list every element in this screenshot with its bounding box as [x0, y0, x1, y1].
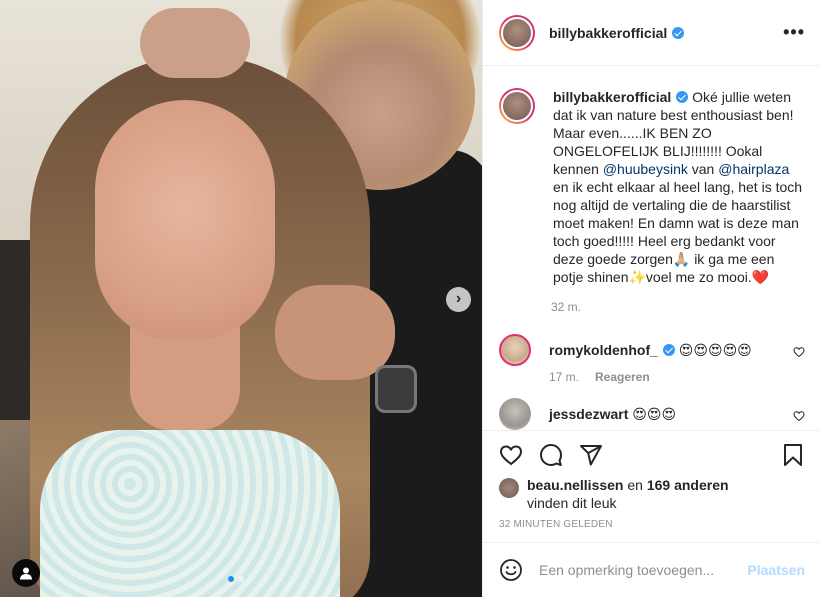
commenter-avatar[interactable]	[499, 334, 531, 366]
author-username[interactable]: billybakkerofficial	[549, 25, 667, 41]
likes-line: beau.nellissen en 169 anderen	[527, 476, 805, 494]
photo-woman-face	[95, 100, 275, 340]
carousel-dot-active	[228, 576, 234, 582]
liker-username[interactable]: beau.nellissen	[527, 477, 623, 493]
comment-time[interactable]: 17 m.	[549, 370, 579, 384]
reply-button[interactable]: Reageren	[595, 370, 650, 384]
likes-summary: beau.nellissen en 169 anderen vinden dit…	[499, 476, 805, 512]
author-username-wrap: billybakkerofficial	[549, 25, 685, 41]
comment: jessdezwart 😍😍😍	[483, 398, 820, 430]
share-icon[interactable]	[579, 443, 603, 467]
add-comment-bar: Plaatsen	[483, 542, 820, 597]
post-header: billybakkerofficial •••	[483, 0, 820, 66]
comment-body: 😍😍😍	[632, 406, 677, 422]
tag-user-icon	[20, 567, 32, 580]
caption-body-2: van	[687, 161, 719, 177]
carousel-indicator	[228, 576, 244, 582]
comments-scroll-area[interactable]: billybakkerofficial Oké jullie weten dat…	[483, 66, 820, 430]
action-bar	[483, 430, 820, 478]
likes-connector: en	[623, 477, 647, 493]
caption-body-3: en ik echt elkaar al heel lang, het is t…	[553, 179, 803, 285]
carousel-next-button[interactable]: ›	[446, 287, 471, 312]
post-photo[interactable]: ›	[0, 0, 482, 597]
caption-time[interactable]: 32 m.	[551, 300, 820, 314]
comment-like-heart-icon[interactable]	[793, 346, 805, 358]
comment-body: 😍😍😍😍😍	[678, 342, 752, 358]
comment-text: jessdezwart 😍😍😍	[549, 405, 676, 430]
caption-text: billybakkerofficial Oké jullie weten dat…	[553, 88, 805, 286]
comment-meta: 17 m. Reageren	[549, 370, 820, 384]
post-timestamp[interactable]: 32 MINUTEN GELEDEN	[499, 519, 613, 530]
photo-watch	[375, 365, 417, 413]
photo-hand	[275, 285, 395, 380]
liker-avatar[interactable]	[499, 478, 519, 498]
post-comment-button[interactable]: Plaatsen	[747, 562, 805, 578]
more-icon[interactable]: •••	[783, 22, 805, 43]
commenter-username[interactable]: jessdezwart	[549, 406, 628, 422]
bookmark-icon[interactable]	[781, 443, 805, 467]
chevron-right-icon: ›	[455, 290, 462, 307]
comment-text: romykoldenhof_ 😍😍😍😍😍	[549, 341, 752, 366]
photo-hand-top	[140, 8, 250, 78]
caption-username[interactable]: billybakkerofficial	[553, 89, 671, 105]
carousel-dot	[238, 576, 244, 582]
verified-icon	[662, 344, 675, 356]
caption-avatar[interactable]	[499, 88, 535, 124]
post-side-panel: billybakkerofficial ••• billybakkeroffic…	[482, 0, 820, 597]
mention-link[interactable]: @hairplaza	[718, 161, 789, 177]
comment-input[interactable]	[539, 562, 739, 578]
mention-link[interactable]: @huubeysink	[603, 161, 688, 177]
caption: billybakkerofficial Oké jullie weten dat…	[483, 66, 820, 286]
likes-suffix: vinden dit leuk	[527, 495, 617, 511]
comment: romykoldenhof_ 😍😍😍😍😍	[483, 334, 820, 366]
commenter-avatar[interactable]	[499, 398, 531, 430]
verified-icon	[676, 91, 689, 103]
verified-icon	[672, 26, 685, 39]
smiley-icon[interactable]	[499, 558, 523, 582]
likes-others-link[interactable]: 169 anderen	[647, 477, 729, 493]
photo-woman-dress	[40, 430, 340, 597]
comment-like-heart-icon[interactable]	[793, 410, 805, 422]
comment-icon[interactable]	[539, 443, 563, 467]
author-avatar[interactable]	[499, 14, 535, 51]
heart-icon[interactable]	[499, 443, 523, 467]
tag-user-button[interactable]	[12, 559, 40, 587]
commenter-username[interactable]: romykoldenhof_	[549, 342, 658, 358]
